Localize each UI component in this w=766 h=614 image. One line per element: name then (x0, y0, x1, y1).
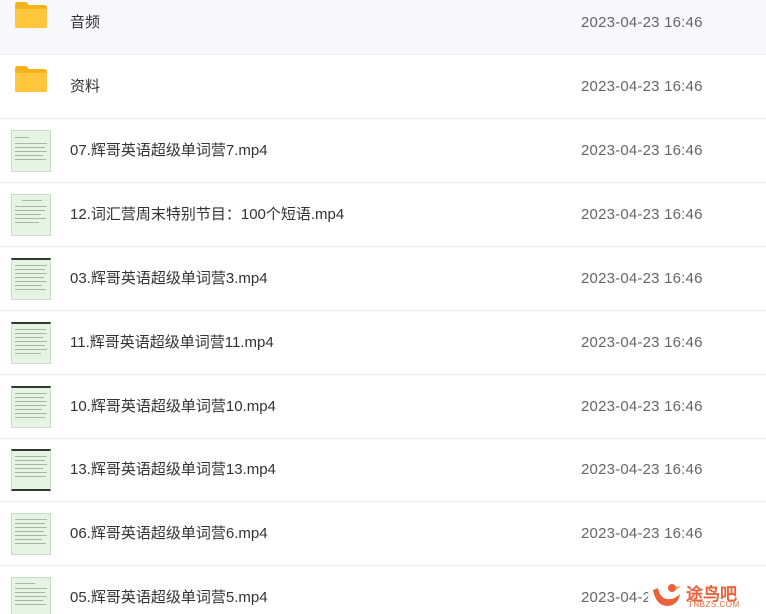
folder-icon (15, 66, 47, 92)
file-date: 2023-04-23 16:46 (581, 206, 703, 223)
file-date: 2023-04-23 16:46 (581, 142, 703, 159)
file-date: 2023-04-2 (581, 589, 652, 606)
file-row-video[interactable]: 13.辉哥英语超级单词营13.mp4 2023-04-23 16:46 (0, 438, 766, 502)
file-name: 12.词汇营周末特别节目：100个短语.mp4 (70, 206, 345, 223)
file-row-video[interactable]: 07.辉哥英语超级单词营7.mp4 2023-04-23 16:46 (0, 119, 766, 183)
video-thumbnail-icon (11, 513, 51, 555)
file-date: 2023-04-23 16:46 (581, 525, 703, 542)
video-thumbnail-icon (11, 130, 51, 172)
file-row-video[interactable]: 12.词汇营周末特别节目：100个短语.mp4 2023-04-23 16:46 (0, 183, 766, 247)
file-row-materials-folder[interactable]: 资料 2023-04-23 16:46 (0, 55, 766, 119)
watermark-logo: 途鸟吧 TNBZS.COM (648, 578, 758, 612)
file-name: 07.辉哥英语超级单词营7.mp4 (70, 142, 268, 159)
video-thumbnail-icon (11, 194, 51, 236)
file-name: 资料 (70, 78, 101, 95)
file-name: 11.辉哥英语超级单词营11.mp4 (70, 334, 274, 351)
file-row-video[interactable]: 10.辉哥英语超级单词营10.mp4 2023-04-23 16:46 (0, 375, 766, 439)
video-thumbnail-icon (11, 386, 51, 428)
file-date: 2023-04-23 16:46 (581, 334, 703, 351)
file-date: 2023-04-23 16:46 (581, 398, 703, 415)
video-thumbnail-icon (11, 577, 51, 614)
file-name: 06.辉哥英语超级单词营6.mp4 (70, 525, 268, 542)
file-date: 2023-04-23 16:46 (581, 14, 703, 31)
file-name: 10.辉哥英语超级单词营10.mp4 (70, 398, 276, 415)
file-name: 音频 (70, 14, 101, 31)
file-row-video[interactable]: 03.辉哥英语超级单词营3.mp4 2023-04-23 16:46 (0, 247, 766, 311)
file-row-audio-folder[interactable]: 音频 2023-04-23 16:46 (0, 0, 766, 55)
video-thumbnail-icon (11, 322, 51, 364)
file-name: 05.辉哥英语超级单词营5.mp4 (70, 589, 268, 606)
file-row-video[interactable]: 06.辉哥英语超级单词营6.mp4 2023-04-23 16:46 (0, 502, 766, 566)
file-list: 音频 2023-04-23 16:46 资料 2023-04-23 16:46 … (0, 0, 766, 614)
file-name: 13.辉哥英语超级单词营13.mp4 (70, 461, 276, 478)
file-date: 2023-04-23 16:46 (581, 270, 703, 287)
watermark-subtext: TNBZS.COM (688, 600, 740, 609)
video-thumbnail-icon (11, 258, 51, 300)
file-date: 2023-04-23 16:46 (581, 461, 703, 478)
file-name: 03.辉哥英语超级单词营3.mp4 (70, 270, 268, 287)
folder-icon (15, 2, 47, 28)
file-row-video[interactable]: 11.辉哥英语超级单词营11.mp4 2023-04-23 16:46 (0, 311, 766, 375)
video-thumbnail-icon (11, 449, 51, 491)
bird-logo-icon (653, 584, 681, 606)
file-date: 2023-04-23 16:46 (581, 78, 703, 95)
